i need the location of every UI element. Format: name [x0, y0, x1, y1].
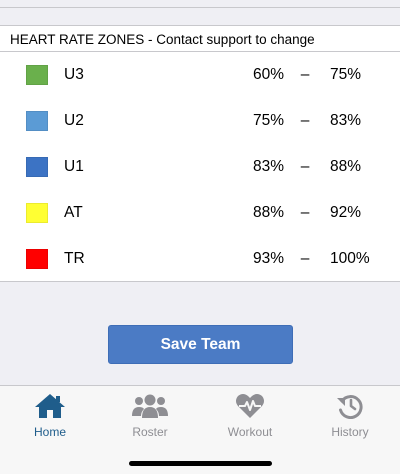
top-divider	[0, 0, 400, 8]
zone-high-value: 83%	[330, 112, 362, 129]
zone-range-dash: –	[300, 204, 310, 221]
tab-home[interactable]: Home	[0, 386, 100, 442]
zone-range-dash: –	[300, 112, 310, 129]
zone-range-dash: –	[300, 250, 310, 267]
zone-name: U1	[64, 158, 84, 175]
zone-low-value: 75%	[252, 112, 284, 129]
zone-high-value: 92%	[330, 204, 362, 221]
zone-range-dash: –	[300, 158, 310, 175]
zone-low-value: 93%	[252, 250, 284, 267]
save-team-button[interactable]: Save Team	[108, 325, 293, 364]
tab-roster[interactable]: Roster	[100, 386, 200, 442]
zone-low-value: 88%	[252, 204, 284, 221]
heart-rate-zones-card: HEART RATE ZONES - Contact support to ch…	[0, 25, 400, 282]
zone-row-tr: TR 93% – 100%	[0, 236, 400, 282]
tab-workout[interactable]: Workout	[200, 386, 300, 442]
zone-color-swatch	[26, 65, 48, 85]
zones-header: HEART RATE ZONES - Contact support to ch…	[0, 26, 400, 52]
bottom-tab-bar: Home Roster Workout History	[0, 385, 400, 474]
zone-high-value: 100%	[330, 250, 370, 267]
zone-color-swatch	[26, 249, 48, 269]
zone-row-u3: U3 60% – 75%	[0, 52, 400, 98]
zone-name: U2	[64, 112, 84, 129]
zone-high-value: 75%	[330, 66, 362, 83]
zone-row-at: AT 88% – 92%	[0, 190, 400, 236]
zone-color-swatch	[26, 203, 48, 223]
tab-history[interactable]: History	[300, 386, 400, 442]
zone-color-swatch	[26, 111, 48, 131]
heart-pulse-icon	[235, 392, 265, 420]
zone-color-swatch	[26, 157, 48, 177]
tab-label: History	[331, 425, 369, 439]
zone-name: U3	[64, 66, 84, 83]
zone-high-value: 88%	[330, 158, 362, 175]
tab-label: Roster	[132, 425, 168, 439]
history-icon	[336, 392, 364, 420]
zone-low-value: 60%	[252, 66, 284, 83]
zone-name: TR	[64, 250, 85, 267]
tab-label: Home	[33, 425, 66, 439]
zone-name: AT	[64, 204, 83, 221]
zone-low-value: 83%	[252, 158, 284, 175]
home-indicator	[129, 461, 272, 466]
zone-row-u2: U2 75% – 83%	[0, 98, 400, 144]
home-icon	[34, 392, 66, 420]
zone-row-u1: U1 83% – 88%	[0, 144, 400, 190]
people-icon	[132, 392, 168, 420]
tab-label: Workout	[227, 425, 273, 439]
zone-range-dash: –	[300, 66, 310, 83]
